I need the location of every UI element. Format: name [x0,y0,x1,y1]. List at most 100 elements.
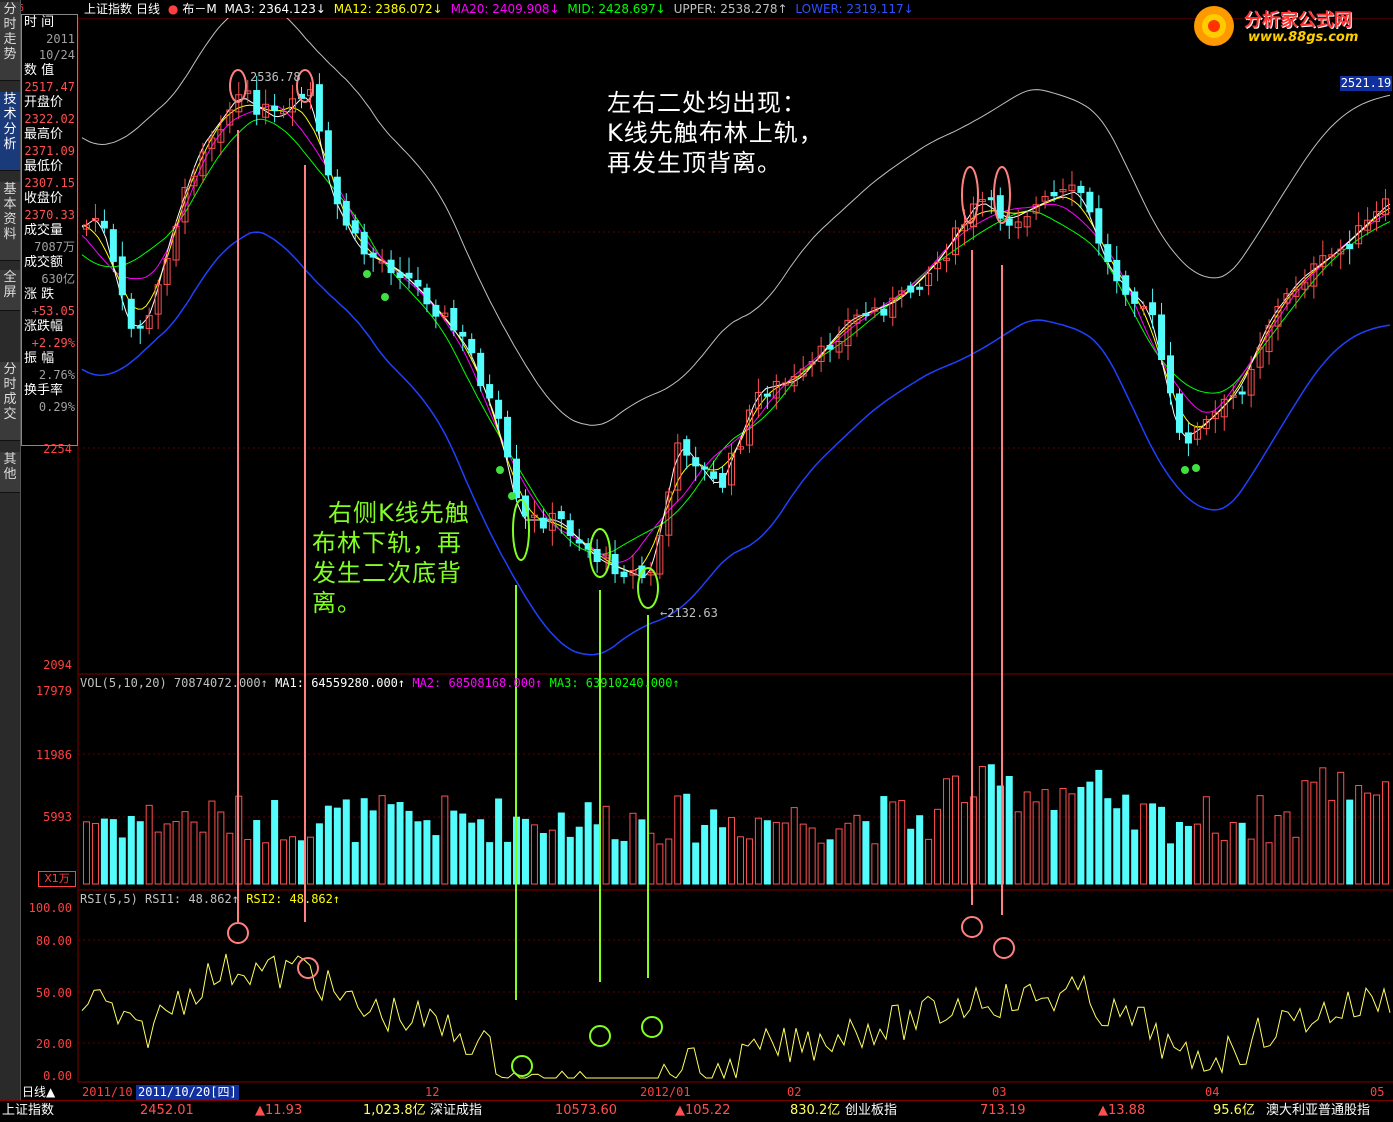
volume-bar [719,827,727,885]
volume-bar [1175,821,1183,885]
status-index-name[interactable]: 创业板指 [845,1101,897,1121]
volume-bar [387,804,395,885]
tab-trades[interactable]: 分时成交 [0,362,20,441]
volume-bar [289,836,297,885]
candle-body [916,286,924,290]
candle-body [710,471,718,479]
volume-bar [611,839,619,885]
status-index-name[interactable]: 澳大利亚普通股指 [1266,1101,1370,1121]
volume-bar [772,821,780,885]
header-mid: MID: 2428.697↓ [567,2,666,16]
volume-bar [1068,793,1076,885]
candle-body [100,220,108,229]
date-m2012: 2012/01 [640,1085,691,1099]
candle-body [1077,185,1085,193]
volume-bar [530,824,538,885]
volume-bar [790,807,798,885]
volume-bar [342,799,350,885]
volume-bar [620,840,628,885]
period-selector[interactable]: 日线▲ [22,1085,55,1100]
volume-bar [468,822,476,885]
volume-bar [199,831,207,885]
volume-bar [226,832,234,885]
market-status-bar: 上证指数 2452.01 ▲11.93 1,023.8亿 深证成指 10573.… [0,1100,1393,1122]
tab-fundamentals[interactable]: 基本资料 [0,182,20,261]
header-upper: UPPER: 2538.278↑ [673,2,788,16]
volume-bar [835,828,843,885]
candle-body [1005,218,1013,226]
volume-bar [951,775,959,885]
info-value: 0.29% [38,400,75,414]
candle-body [880,308,888,316]
candle-body [566,520,574,536]
info-value: 2307.15 [24,176,75,190]
volume-bar [1229,822,1237,885]
header-ma3: MA3: 2364.123↓ [224,2,326,16]
volume-bar [136,821,144,885]
divergence-circle-rsi [297,957,319,979]
annotation-bottom-line: 发生二次底背 [312,559,462,587]
candle-body [369,252,377,258]
candle-body [1050,192,1058,197]
annotation-bottom-line: 离。 [312,589,362,617]
volume-bar [1292,836,1300,885]
candle-body [996,195,1004,219]
vol-unit-button[interactable]: X1万 [38,871,76,887]
volume-bar [1113,808,1121,885]
candle-body [333,176,341,205]
volume-bar [1149,803,1157,885]
status-index-name[interactable]: 深证成指 [430,1101,482,1121]
volume-bar [91,822,99,885]
status-price: 10573.60 [555,1103,618,1118]
volume-bar [154,831,162,885]
volume-bar [736,836,744,885]
volume-bar [190,821,198,885]
candle-body [468,338,476,354]
tab-intraday[interactable]: 分时走势 [0,2,20,81]
volume-bar [486,842,494,885]
candle-body [593,548,601,563]
volume-bar [763,820,771,885]
upper-band-line [81,0,1391,426]
tab-fullscreen[interactable]: 全屏 [0,270,20,311]
volume-bar [181,811,189,885]
candle-body [1175,393,1183,433]
volume-bar [844,822,852,885]
price-axis-mid: 2254 [43,442,72,456]
candle-body [575,539,583,544]
info-value: +53.05 [31,304,75,318]
volume-bar [217,811,225,885]
header-indicator[interactable]: 布－M [182,2,216,16]
info-value: 2.76% [38,368,75,382]
volume-bar [880,796,888,885]
volume-bar [477,819,485,885]
rsi-axis-100: 100.00 [28,901,72,915]
candle-body [136,325,144,329]
candle-body [271,105,279,111]
candle-body [1095,208,1103,244]
volume-bar [1310,781,1318,885]
volume-bar [1131,829,1139,885]
volume-bar [324,805,332,885]
volume-bar [163,823,171,885]
status-amount: 830.2亿 [790,1103,841,1118]
annotation-bottom: 右侧K线先触 布林下轨，再 发生二次底背 离。 [312,498,470,618]
volume-bar [297,840,305,885]
status-index-name[interactable]: 上证指数 [2,1101,54,1121]
info-label: 成交量 [24,223,64,238]
volume-bar [1382,781,1390,885]
header-indicator-dot-icon: ● [167,2,179,16]
candle-body [1131,291,1139,304]
header-period: 日线 [136,2,161,16]
volume-bar [629,812,637,885]
volume-bar [916,815,924,885]
volume-bar [539,832,547,885]
candle-body [513,458,521,499]
tab-technical[interactable]: 技术分析 [0,92,20,171]
tab-other[interactable]: 其他 [0,452,20,493]
candle-body [432,304,440,317]
volume-bar [1059,787,1067,885]
candle-body [324,130,332,176]
annotation-top-line: K线先触布林上轨， [607,119,824,147]
quote-info-panel: 时 间 2011 10/24 数 值 2517.47 开盘价 2322.02 最… [21,14,78,446]
